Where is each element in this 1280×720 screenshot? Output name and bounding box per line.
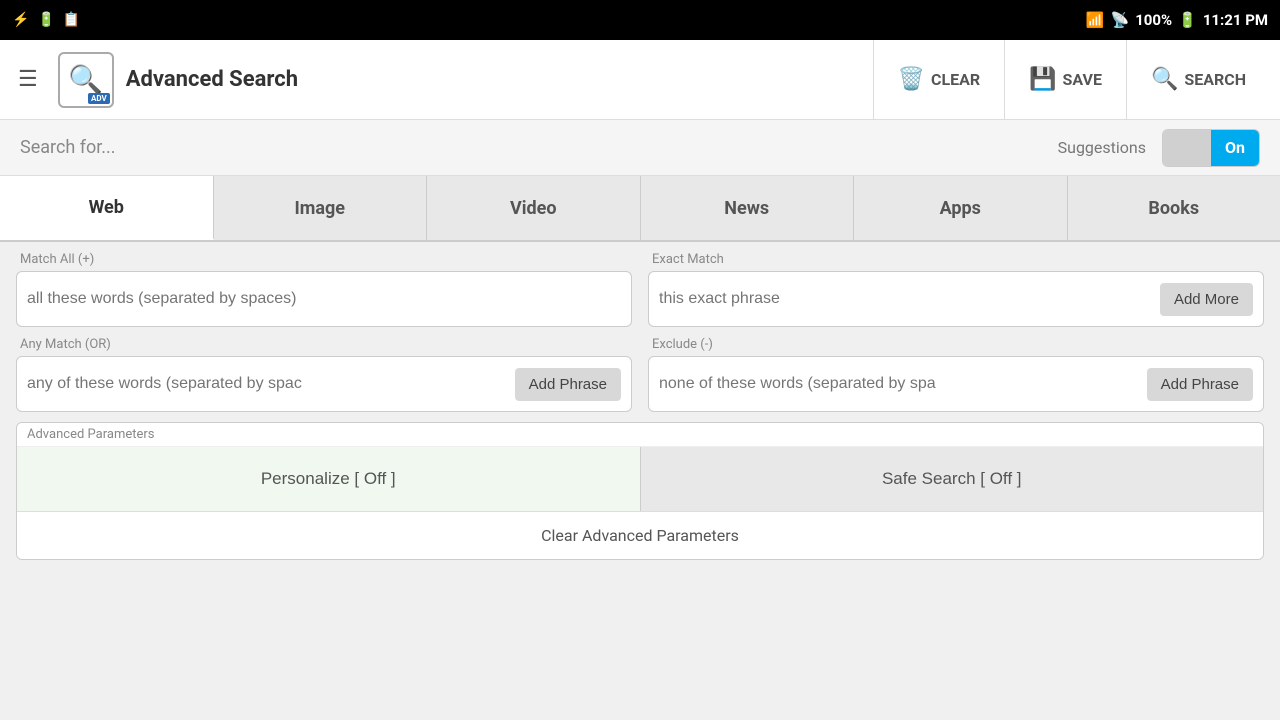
suggestions-toggle[interactable]: On [1162, 129, 1260, 167]
tab-books[interactable]: Books [1068, 176, 1280, 240]
exclude-input[interactable] [659, 375, 1147, 393]
personalize-button[interactable]: Personalize [ Off ] [17, 447, 640, 511]
exact-match-input[interactable] [659, 290, 1160, 308]
match-all-label: Match All (+) [20, 252, 632, 267]
clear-label: CLEAR [931, 70, 980, 89]
any-match-group: Any Match (OR) Add Phrase [16, 337, 632, 412]
clear-advanced-params-button[interactable]: Clear Advanced Parameters [17, 511, 1263, 559]
exact-match-label: Exact Match [652, 252, 1264, 267]
exclude-label: Exclude (-) [652, 337, 1264, 352]
advanced-params-label: Advanced Parameters [17, 423, 1263, 447]
safe-search-button[interactable]: Safe Search [ Off ] [640, 447, 1264, 511]
exclude-field-container: Add Phrase [648, 356, 1264, 412]
tab-video[interactable]: Video [427, 176, 641, 240]
top-actions: 🗑️ CLEAR 💾 SAVE 🔍 SEARCH [873, 40, 1270, 120]
exclude-add-phrase-button[interactable]: Add Phrase [1147, 368, 1253, 401]
battery-full-icon: 🔋 [1178, 11, 1197, 29]
clear-button[interactable]: 🗑️ CLEAR [873, 40, 1005, 120]
first-field-row: Match All (+) Exact Match Add More [16, 252, 1264, 327]
search-for-label: Search for... [20, 137, 116, 158]
search-button[interactable]: 🔍 SEARCH [1126, 40, 1270, 120]
toggle-off-part [1163, 130, 1211, 166]
suggestions-label: Suggestions [1058, 138, 1146, 157]
search-label: SEARCH [1184, 70, 1246, 89]
save-label: SAVE [1063, 70, 1102, 89]
page-title: Advanced Search [126, 67, 861, 92]
save-button[interactable]: 💾 SAVE [1004, 40, 1126, 120]
params-buttons-row: Personalize [ Off ] Safe Search [ Off ] [17, 447, 1263, 511]
hamburger-button[interactable]: ☰ [10, 59, 46, 100]
usb-icon: ⚡ [12, 12, 29, 28]
status-right-info: 📶 📡 100% 🔋 11:21 PM [1086, 11, 1268, 29]
trash-icon: 🗑️ [898, 67, 925, 92]
signal-icon: 📡 [1111, 11, 1130, 29]
notification-icon: 📋 [63, 12, 80, 28]
match-all-input[interactable] [27, 290, 621, 308]
any-match-add-phrase-button[interactable]: Add Phrase [515, 368, 621, 401]
advanced-params-section: Advanced Parameters Personalize [ Off ] … [16, 422, 1264, 560]
save-icon: 💾 [1029, 67, 1056, 92]
clock: 11:21 PM [1203, 11, 1268, 29]
wifi-icon: 📶 [1086, 11, 1105, 29]
status-left-icons: ⚡ 🔋 📋 [12, 12, 80, 28]
suggestions-area: Suggestions On [1058, 129, 1260, 167]
search-action-icon: 🔍 [1151, 67, 1178, 92]
second-field-row: Any Match (OR) Add Phrase Exclude (-) Ad… [16, 337, 1264, 412]
search-type-tabs: Web Image Video News Apps Books [0, 176, 1280, 242]
tab-image[interactable]: Image [214, 176, 428, 240]
battery-percent: 100% [1135, 11, 1172, 29]
tab-apps[interactable]: Apps [854, 176, 1068, 240]
exact-match-field-container: Add More [648, 271, 1264, 327]
tab-news[interactable]: News [641, 176, 855, 240]
main-content: Match All (+) Exact Match Add More Any M… [0, 242, 1280, 570]
search-icon: 🔍 [68, 63, 103, 96]
match-all-group: Match All (+) [16, 252, 632, 327]
match-all-field-container [16, 271, 632, 327]
status-bar: ⚡ 🔋 📋 📶 📡 100% 🔋 11:21 PM [0, 0, 1280, 40]
any-match-input[interactable] [27, 375, 515, 393]
top-bar: ☰ 🔍 ADV Advanced Search 🗑️ CLEAR 💾 SAVE … [0, 40, 1280, 120]
exclude-group: Exclude (-) Add Phrase [648, 337, 1264, 412]
battery-icon: 🔋 [37, 12, 54, 28]
exact-match-group: Exact Match Add More [648, 252, 1264, 327]
toggle-on-part: On [1211, 130, 1259, 166]
search-for-row: Search for... Suggestions On [0, 120, 1280, 176]
any-match-field-container: Add Phrase [16, 356, 632, 412]
adv-badge: ADV [88, 93, 110, 104]
tab-web[interactable]: Web [0, 176, 214, 240]
add-more-button[interactable]: Add More [1160, 283, 1253, 316]
any-match-label: Any Match (OR) [20, 337, 632, 352]
app-icon: 🔍 ADV [58, 52, 114, 108]
